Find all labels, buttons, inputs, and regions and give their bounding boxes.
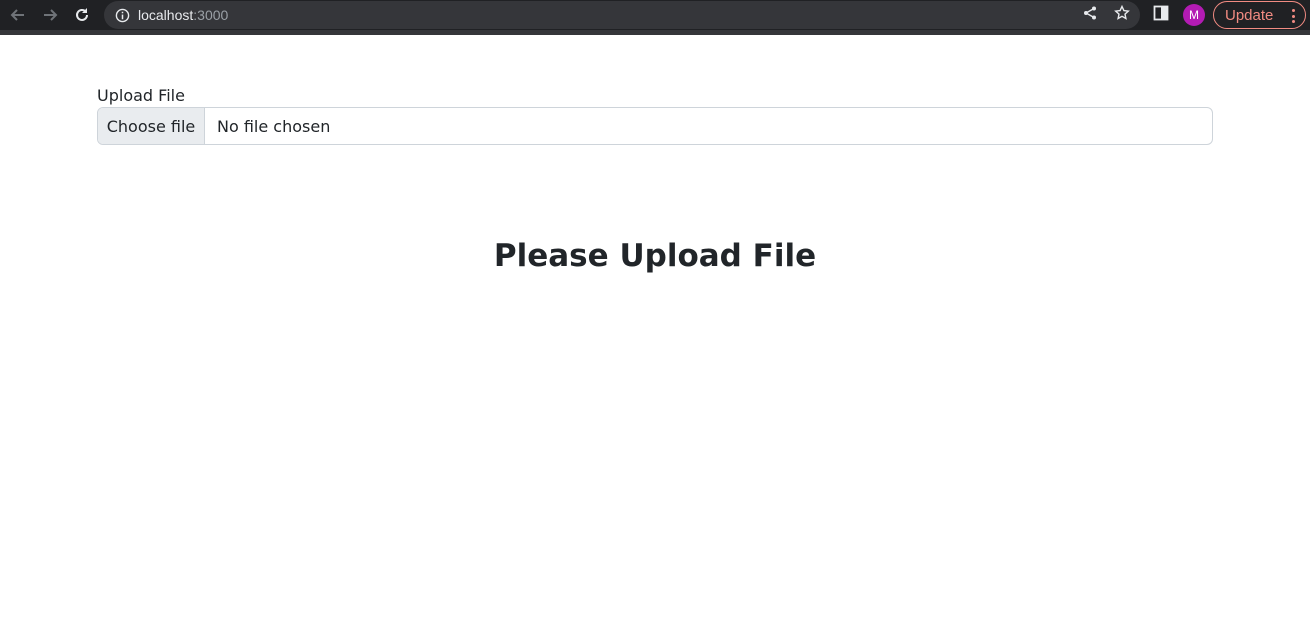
arrow-left-icon <box>9 6 27 24</box>
back-button[interactable] <box>6 3 30 27</box>
profile-avatar[interactable]: M <box>1183 4 1205 26</box>
url-host: localhost <box>138 7 194 23</box>
share-button[interactable] <box>1081 6 1099 24</box>
star-icon <box>1114 4 1130 26</box>
bookmark-button[interactable] <box>1113 4 1131 26</box>
url-text: localhost:3000 <box>138 7 228 23</box>
reload-button[interactable] <box>70 3 94 27</box>
page-content: Upload File Choose file No file chosen P… <box>0 35 1310 619</box>
info-icon[interactable] <box>114 7 130 23</box>
page-heading: Please Upload File <box>493 238 817 274</box>
share-icon <box>1082 5 1098 26</box>
profile-initial: M <box>1189 8 1199 22</box>
browser-toolbar: localhost:3000 M Update <box>0 0 1310 35</box>
file-status-text: No file chosen <box>217 116 331 136</box>
update-label: Update <box>1225 6 1274 24</box>
upload-file-label: Upload File <box>97 86 185 105</box>
forward-button[interactable] <box>38 3 62 27</box>
kebab-menu-icon[interactable] <box>1292 9 1295 23</box>
side-panel-button[interactable] <box>1151 5 1171 25</box>
choose-file-button[interactable]: Choose file <box>98 108 205 144</box>
update-button[interactable]: Update <box>1213 1 1306 29</box>
url-port: :3000 <box>193 7 229 23</box>
file-input[interactable]: Choose file No file chosen <box>97 107 1213 145</box>
arrow-right-icon <box>41 6 59 24</box>
reload-icon <box>73 6 91 24</box>
side-panel-icon <box>1153 5 1169 26</box>
address-bar[interactable]: localhost:3000 <box>104 1 1140 29</box>
